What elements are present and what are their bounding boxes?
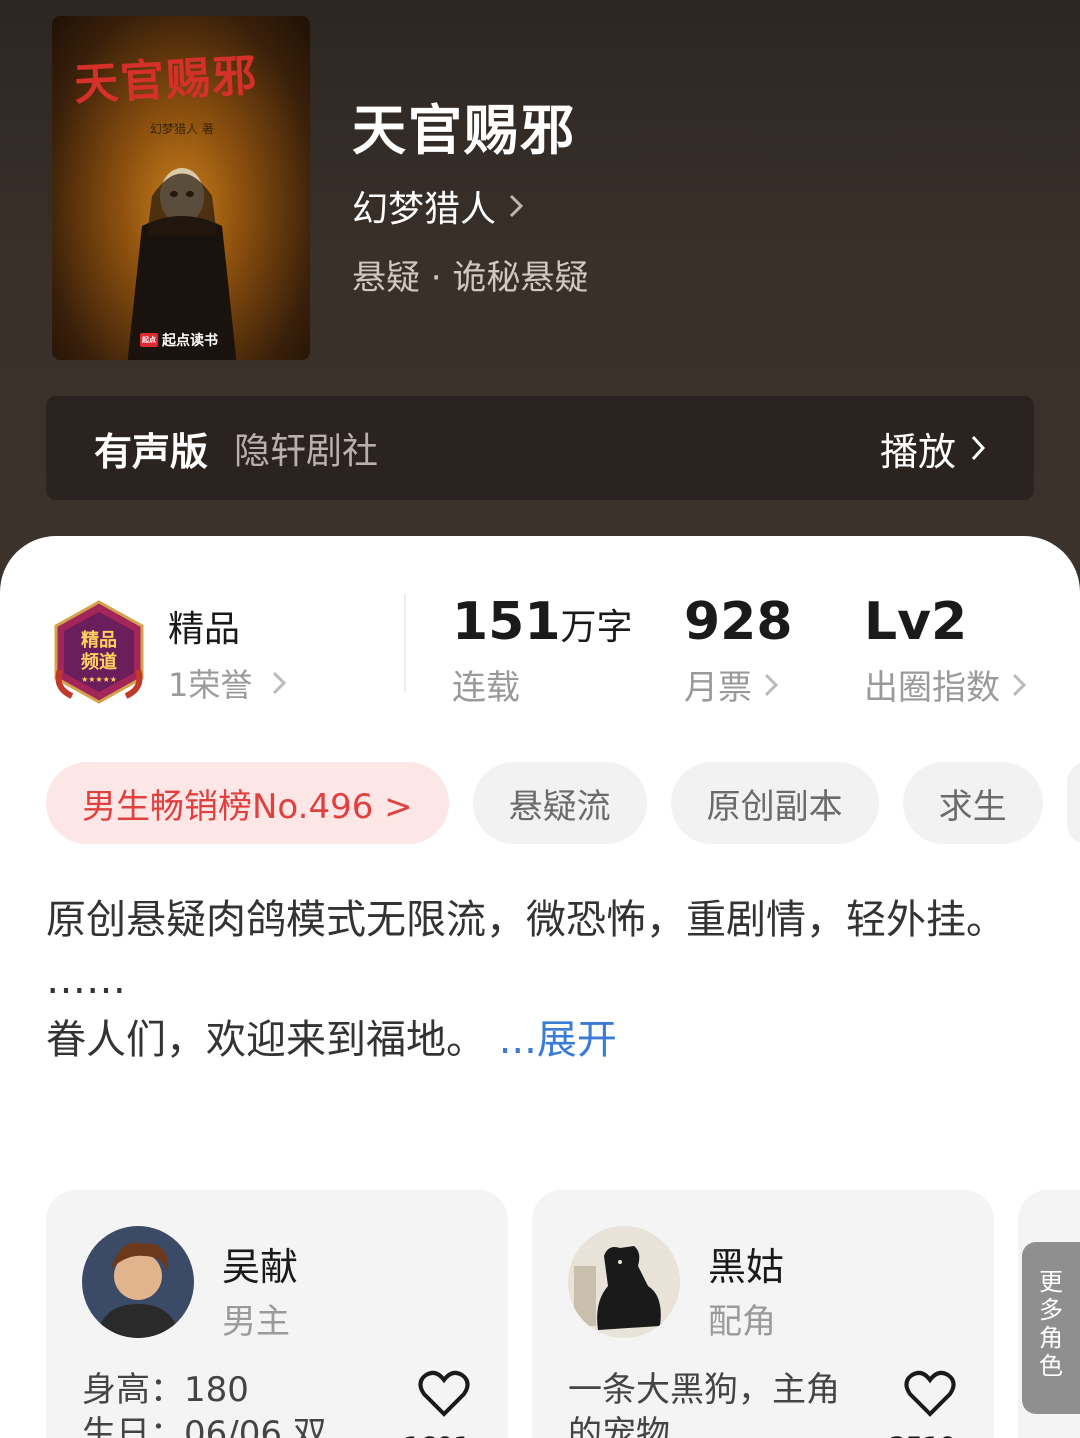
author-link[interactable]: 幻梦猎人: [352, 180, 524, 232]
popularity-index-value: Lv2: [864, 592, 968, 652]
chevron-right-icon: [273, 671, 287, 695]
audio-version-bar[interactable]: 有声版 隐轩剧社 播放: [46, 396, 1034, 500]
chevron-right-icon: [1012, 673, 1026, 696]
character-desc-line: 的宠物: [568, 1414, 670, 1438]
like-count: 1601: [403, 1432, 470, 1438]
honor-count-link[interactable]: 1荣誉: [168, 660, 287, 706]
honor-title[interactable]: 精品: [168, 600, 240, 652]
character-desc-line: 一条大黑狗，主角: [568, 1370, 840, 1410]
character-role: 男主: [222, 1302, 290, 1342]
heart-icon[interactable]: [904, 1370, 956, 1418]
character-card[interactable]: 吴献 男主 身高：180 生日：06/06 双 1601: [46, 1190, 508, 1438]
word-count-stat: 151万字 连载: [452, 592, 633, 709]
svg-text:★★★★★: ★★★★★: [81, 675, 117, 684]
character-description: 一条大黑狗，主角 的宠物: [568, 1368, 868, 1438]
author-name: 幻梦猎人: [352, 189, 497, 230]
chevron-right-icon: [971, 435, 986, 461]
character-role: 配角: [708, 1302, 776, 1342]
popularity-index-stat[interactable]: Lv2 出圈指数: [864, 592, 1026, 709]
character-list: 吴献 男主 身高：180 生日：06/06 双 1601 黑姑 配角 一条大黑狗…: [46, 1190, 1080, 1438]
description-line: 原创悬疑肉鸽模式无限流，微恐怖，重剧情，轻外挂。: [46, 897, 1006, 943]
popularity-index-label: 出圈指数: [864, 668, 1000, 708]
monthly-votes-value: 928: [684, 592, 793, 652]
premium-channel-badge-icon: 精品 频道 ★★★★★: [54, 600, 144, 704]
character-desc-line: 身高：180: [82, 1370, 249, 1410]
play-label: 播放: [879, 429, 956, 474]
monthly-votes-label: 月票: [684, 668, 752, 708]
description-line: 眷人们，欢迎来到福地。: [46, 1017, 486, 1063]
character-card[interactable]: 黑姑 配角 一条大黑狗，主角 的宠物 2510: [532, 1190, 994, 1438]
character-avatar: [82, 1226, 194, 1338]
character-name: 吴献: [222, 1245, 299, 1289]
audio-studio-name: 隐轩剧社: [234, 431, 379, 472]
description-ellipsis: ……: [46, 957, 126, 1003]
audio-version-label: 有声版: [94, 429, 209, 474]
cover-brand-name: 起点读书: [162, 333, 218, 349]
character-name: 黑姑: [708, 1245, 785, 1289]
cover-title: 天官赐邪: [73, 50, 260, 111]
word-count-value: 151: [452, 592, 561, 652]
character-avatar: [568, 1226, 680, 1338]
cover-brand: 起点 起点读书: [140, 330, 218, 350]
honor-count: 1荣誉: [168, 666, 253, 704]
tag-chip[interactable]: [1066, 762, 1080, 844]
tag-chip[interactable]: 悬疑流: [472, 762, 647, 844]
book-cover[interactable]: 天官赐邪 幻梦猎人 著 起点 起点读书: [52, 16, 310, 360]
ranking-tag[interactable]: 男生畅销榜No.496 >: [46, 762, 449, 844]
heart-icon[interactable]: [418, 1370, 470, 1418]
monthly-votes-stat[interactable]: 928 月票: [684, 592, 793, 709]
divider: [404, 594, 406, 692]
tag-chip[interactable]: 求生: [902, 762, 1043, 844]
svg-text:频道: 频道: [81, 651, 117, 673]
like-count: 2510: [889, 1432, 956, 1438]
book-title: 天官赐邪: [352, 98, 576, 162]
chevron-right-icon: [509, 194, 524, 218]
book-header: 天官赐邪 幻梦猎人 著 起点 起点读书 天官赐邪 幻梦猎人 悬疑 · 诡秘悬疑 …: [0, 0, 1080, 580]
book-genre[interactable]: 悬疑 · 诡秘悬疑: [352, 250, 588, 299]
word-count-label: 连载: [452, 668, 520, 708]
more-roles-button[interactable]: 更多角色: [1022, 1242, 1080, 1414]
qidian-logo-icon: 起点: [140, 333, 158, 347]
character-desc-line: 生日：06/06 双: [82, 1414, 327, 1438]
chevron-right-icon: [764, 673, 778, 696]
word-count-unit: 万字: [560, 607, 633, 648]
tag-chip[interactable]: 原创副本: [670, 762, 879, 844]
expand-link[interactable]: ...展开: [499, 1017, 617, 1063]
book-detail-sheet: 精品 频道 ★★★★★ 精品 1荣誉 151万字 连载 928 月票 Lv2 出…: [0, 536, 1080, 1438]
cover-author: 幻梦猎人 著: [150, 122, 214, 136]
svg-text:精品: 精品: [81, 629, 117, 651]
book-description[interactable]: 原创悬疑肉鸽模式无限流，微恐怖，重剧情，轻外挂。 …… 眷人们，欢迎来到福地。 …: [46, 888, 1036, 1072]
tag-list: 男生畅销榜No.496 > 悬疑流 原创副本 求生: [46, 762, 1080, 844]
play-button[interactable]: 播放: [880, 421, 986, 476]
character-description: 身高：180 生日：06/06 双: [82, 1368, 382, 1438]
